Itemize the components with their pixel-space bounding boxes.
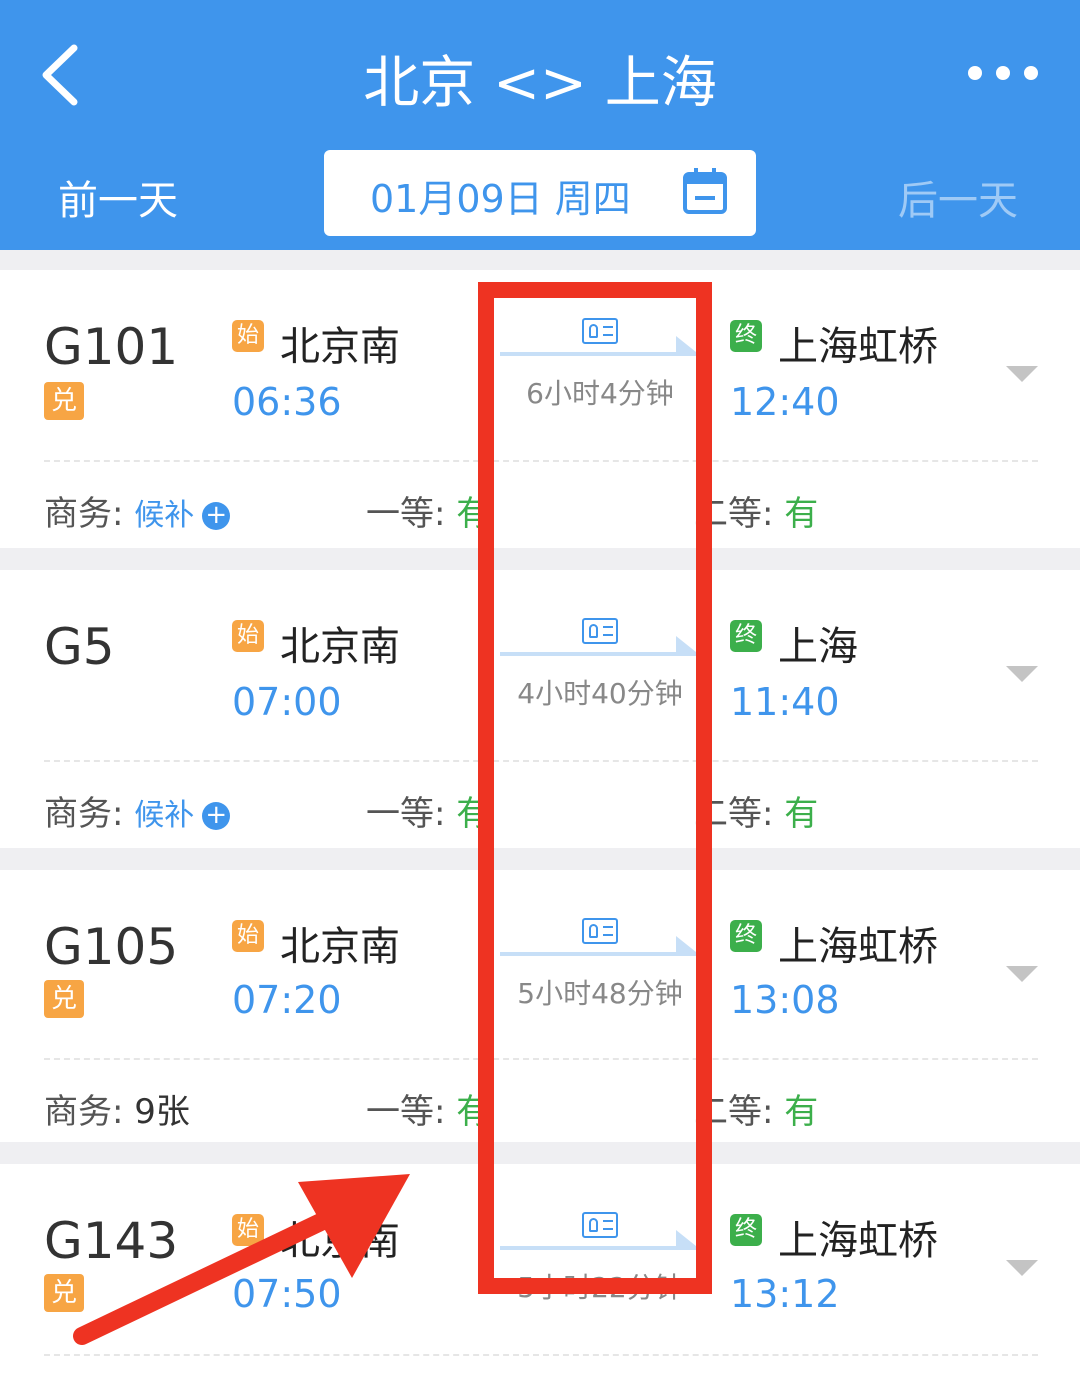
- next-day-button[interactable]: 后一天: [898, 168, 1018, 226]
- plus-circle-icon[interactable]: +: [202, 801, 231, 830]
- seat-label: 商务:: [44, 494, 124, 534]
- waitlist-link[interactable]: 候补: [134, 798, 194, 833]
- prev-day-button[interactable]: 前一天: [58, 168, 178, 226]
- seat-second: 二等: 有: [694, 486, 818, 535]
- top-bar: 北京 <> 上海 前一天 01月09日 周四 后一天: [0, 0, 1080, 250]
- divider: [44, 1354, 1038, 1356]
- arrive-time: 11:40: [730, 680, 840, 724]
- to-station: 上海: [778, 624, 858, 670]
- seat-first: 一等: 有: [366, 486, 490, 535]
- seat-value: 有: [784, 794, 819, 834]
- train-number: G101: [44, 318, 179, 376]
- date-label: 01月09日 周四: [370, 177, 631, 221]
- train-number: G105: [44, 918, 179, 976]
- depart-time: 06:36: [232, 380, 342, 424]
- to-station: 上海虹桥: [778, 1218, 938, 1264]
- to-station: 上海虹桥: [778, 924, 938, 970]
- arrive-time: 12:40: [730, 380, 840, 424]
- from-station: 北京南: [280, 624, 400, 670]
- waitlist-link[interactable]: 候补: [134, 498, 194, 533]
- chevron-down-icon[interactable]: [1006, 666, 1038, 682]
- depart-time: 07:00: [232, 680, 342, 724]
- chevron-down-icon[interactable]: [1006, 966, 1038, 982]
- train-number: G5: [44, 618, 115, 676]
- seat-business: 商务: 候补 +: [44, 786, 231, 835]
- from-station: 北京南: [280, 324, 400, 370]
- date-selector[interactable]: 01月09日 周四: [324, 150, 756, 236]
- exchange-badge: 兑: [44, 980, 84, 1018]
- start-tag: 始: [232, 620, 264, 652]
- page-title: 北京 <> 上海: [363, 51, 717, 116]
- seat-label: 一等:: [366, 1092, 446, 1132]
- seat-label: 商务:: [44, 1092, 124, 1132]
- start-tag: 始: [232, 320, 264, 352]
- depart-time: 07:20: [232, 978, 342, 1022]
- calendar-icon: [683, 168, 727, 214]
- seat-second: 二等: 有: [694, 786, 818, 835]
- red-arrow-icon: [73, 1174, 410, 1345]
- highlight-box: [478, 282, 712, 1294]
- seat-label: 一等:: [366, 794, 446, 834]
- end-tag: 终: [730, 320, 762, 352]
- exchange-badge: 兑: [44, 382, 84, 420]
- seat-value: 有: [784, 1092, 819, 1132]
- seat-label: 一等:: [366, 494, 446, 534]
- seat-business: 商务: 9张: [44, 1084, 190, 1133]
- arrive-time: 13:08: [730, 978, 840, 1022]
- chevron-down-icon[interactable]: [1006, 366, 1038, 382]
- arrive-time: 13:12: [730, 1272, 840, 1316]
- start-tag: 始: [232, 920, 264, 952]
- chevron-down-icon[interactable]: [1006, 1260, 1038, 1276]
- seat-label: 商务:: [44, 794, 124, 834]
- seat-second: 二等: 有: [694, 1084, 818, 1133]
- plus-circle-icon[interactable]: +: [202, 501, 231, 530]
- end-tag: 终: [730, 1214, 762, 1246]
- end-tag: 终: [730, 920, 762, 952]
- from-station: 北京南: [280, 924, 400, 970]
- seat-value: 9张: [134, 1092, 190, 1132]
- to-station: 上海虹桥: [778, 324, 938, 370]
- seat-first: 一等: 有: [366, 786, 490, 835]
- more-dots-icon[interactable]: [968, 58, 1038, 88]
- seat-first: 一等: 有: [366, 1084, 490, 1133]
- seat-business: 商务: 候补 +: [44, 486, 231, 535]
- end-tag: 终: [730, 620, 762, 652]
- seat-value: 有: [784, 494, 819, 534]
